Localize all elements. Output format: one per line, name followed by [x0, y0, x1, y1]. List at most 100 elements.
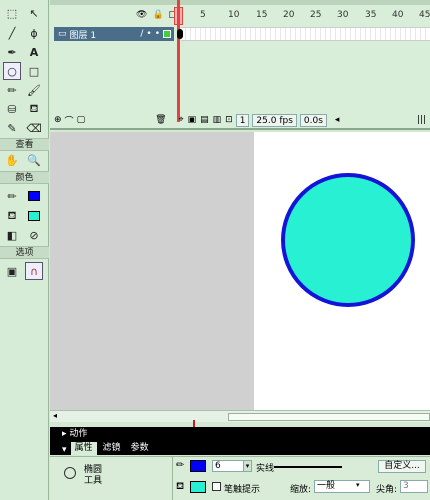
scale-dropdown-icon[interactable]: ▾: [356, 481, 360, 489]
stroke-style-label: 实线: [256, 464, 275, 474]
properties-tabs: ▾ 属性 滤镜 参数: [50, 441, 430, 455]
lock-dot-icon[interactable]: •: [155, 29, 160, 39]
stage-canvas: [281, 173, 415, 307]
current-frame-field: 1: [235, 113, 250, 127]
no-color-icon[interactable]: ⊘: [25, 226, 43, 244]
onion-outline-icon[interactable]: ▤: [200, 115, 209, 125]
layer-toggle-icons: 👁 🔒 □: [136, 10, 177, 20]
stroke-color-picker[interactable]: [190, 460, 206, 472]
frame-number: 5: [200, 10, 206, 20]
hand-tool-icon[interactable]: ✋: [3, 151, 21, 169]
fill-color-swatch[interactable]: [25, 207, 43, 225]
tab-filters[interactable]: 滤镜: [99, 442, 125, 455]
colors-section-title: 颜色: [0, 171, 49, 184]
eye-icon[interactable]: 👁: [136, 10, 147, 20]
stroke-hinting-checkbox[interactable]: [212, 482, 221, 491]
visibility-dot-icon[interactable]: •: [146, 29, 151, 39]
snap-magnet-icon[interactable]: ∩: [25, 262, 43, 280]
frame-ruler[interactable]: 5 10 15 20 25 30 35 40 45: [176, 8, 430, 26]
subselection-tool-icon[interactable]: ↖: [25, 4, 43, 22]
timeline-header: 👁 🔒 □ 5 10 15 20 25 30 35 40 45: [50, 6, 430, 26]
timeline-scrollbar-grip[interactable]: |||: [417, 115, 426, 125]
fill-color-bucket-icon: ⛾: [7, 208, 17, 222]
cap-label: 尖角:: [376, 485, 398, 495]
oval-tool-glyph-icon: [64, 467, 76, 479]
ink-bottle-tool-icon[interactable]: ⛁: [3, 100, 21, 118]
timeline-scroll-left-icon[interactable]: ◂: [335, 115, 340, 125]
work-area[interactable]: [50, 132, 430, 410]
stroke-style-preview[interactable]: [274, 466, 342, 468]
scrollbar-thumb[interactable]: [228, 413, 430, 421]
scale-label: 缩放:: [290, 485, 312, 495]
lasso-tool-icon[interactable]: ϕ: [25, 24, 43, 42]
collapse-arrow-icon[interactable]: ▾: [62, 445, 67, 455]
tab-properties[interactable]: 属性: [70, 442, 97, 455]
stroke-color-pencil-icon: ✏: [7, 189, 17, 203]
layer-page-icon: ▭: [58, 29, 67, 39]
zoom-tool-icon[interactable]: 🔍: [25, 151, 43, 169]
stroke-height-dropdown-icon[interactable]: ▾: [243, 460, 252, 472]
trash-icon[interactable]: 🗑: [155, 115, 166, 125]
fill-color-picker[interactable]: [190, 481, 206, 493]
tab-parameters[interactable]: 参数: [127, 442, 153, 455]
timeline-panel: 👁 🔒 □ 5 10 15 20 25 30 35 40 45 ▭ 图层 1 /…: [50, 0, 430, 130]
frame-rate-field[interactable]: 25.0 fps: [252, 113, 297, 127]
view-section-title: 查看: [0, 138, 49, 151]
rectangle-tool-icon[interactable]: □: [25, 62, 43, 80]
eyedropper-tool-icon[interactable]: ✎: [3, 119, 21, 137]
layer-row[interactable]: ▭ 图层 1 / • •: [54, 27, 174, 41]
frame-cells[interactable]: [181, 27, 430, 41]
pencil-tool-icon[interactable]: ✏: [3, 81, 21, 99]
frame-number: 10: [228, 10, 240, 20]
elapsed-time-field: 0.0s: [299, 113, 327, 127]
actions-panel-header[interactable]: ▸ 动作: [50, 427, 430, 441]
scroll-left-arrow-icon[interactable]: ◂: [53, 411, 57, 420]
frame-number: 45: [419, 10, 430, 20]
scale-select[interactable]: 一般: [314, 480, 370, 493]
line-tool-icon[interactable]: ╱: [3, 24, 21, 42]
stage-horizontal-scrollbar[interactable]: ◂: [50, 410, 430, 422]
tool-name: 椭圆 工具: [84, 465, 103, 486]
frame-number: 15: [256, 10, 268, 20]
paint-bucket-tool-icon[interactable]: ⛾: [25, 100, 43, 118]
edit-multiple-frames-icon[interactable]: ▥: [213, 115, 222, 125]
options-section-title: 选项: [0, 246, 49, 259]
timeline-status-bar: ⊕ ⌒ ▢ 🗑 ⌖ ▣ ▤ ▥ ⊡ 1 25.0 fps 0.0s ◂ |||: [50, 112, 430, 128]
add-layer-icon[interactable]: ⊕: [54, 115, 62, 125]
stroke-color-swatch[interactable]: [25, 187, 43, 205]
eraser-tool-icon[interactable]: ⌫: [25, 119, 43, 137]
layer-color-box-icon[interactable]: [163, 30, 171, 38]
playhead-line: [177, 0, 180, 122]
frame-number: 25: [310, 10, 322, 20]
oval-tool-icon[interactable]: ○: [3, 62, 21, 80]
onion-skin-icon[interactable]: ▣: [188, 115, 197, 125]
brush-tool-icon[interactable]: 🖌: [25, 81, 43, 99]
frame-number: 35: [365, 10, 377, 20]
stroke-hinting-label: 笔触提示: [224, 485, 261, 495]
cap-field[interactable]: 3: [400, 480, 428, 493]
fill-bucket-icon: ⛾: [176, 481, 185, 492]
frame-number: 20: [283, 10, 295, 20]
black-white-icon[interactable]: ◧: [3, 226, 21, 244]
lock-icon[interactable]: 🔒: [152, 10, 163, 20]
panel-divider: [172, 457, 173, 500]
pen-tool-icon[interactable]: ✒: [3, 43, 21, 61]
stage[interactable]: [254, 132, 430, 410]
selection-tool-icon[interactable]: ⬚: [3, 4, 21, 22]
add-folder-icon[interactable]: ▢: [77, 115, 86, 125]
add-guide-icon[interactable]: ⌒: [65, 114, 74, 127]
custom-stroke-button[interactable]: 自定义...: [378, 460, 426, 473]
frame-number: 30: [337, 10, 349, 20]
keyframe-dot[interactable]: [177, 29, 183, 39]
tools-panel: ⬚ ↖ ╱ ϕ ✒ A ○ □ ✏ 🖌 ⛁ ⛾ ✎ ⌫ 查看 ✋ 🔍 颜色 ✏ …: [0, 0, 49, 500]
modify-onion-markers-icon[interactable]: ⊡: [225, 115, 233, 125]
pencil-edit-icon: /: [140, 29, 144, 39]
properties-panel: 椭圆 工具 ✏ 6 ▾ 实线 自定义... ⛾ 笔触提示 缩放: 一般 ▾ 尖角…: [50, 456, 430, 500]
center-frame-icon[interactable]: ⌖: [179, 115, 184, 125]
timeline-top-strip: [50, 0, 430, 5]
oval-shape[interactable]: [281, 173, 415, 307]
object-drawing-icon[interactable]: ▣: [3, 262, 21, 280]
text-tool-icon[interactable]: A: [25, 43, 43, 61]
layer-name: 图层 1: [69, 30, 97, 41]
frame-number: 40: [392, 10, 404, 20]
